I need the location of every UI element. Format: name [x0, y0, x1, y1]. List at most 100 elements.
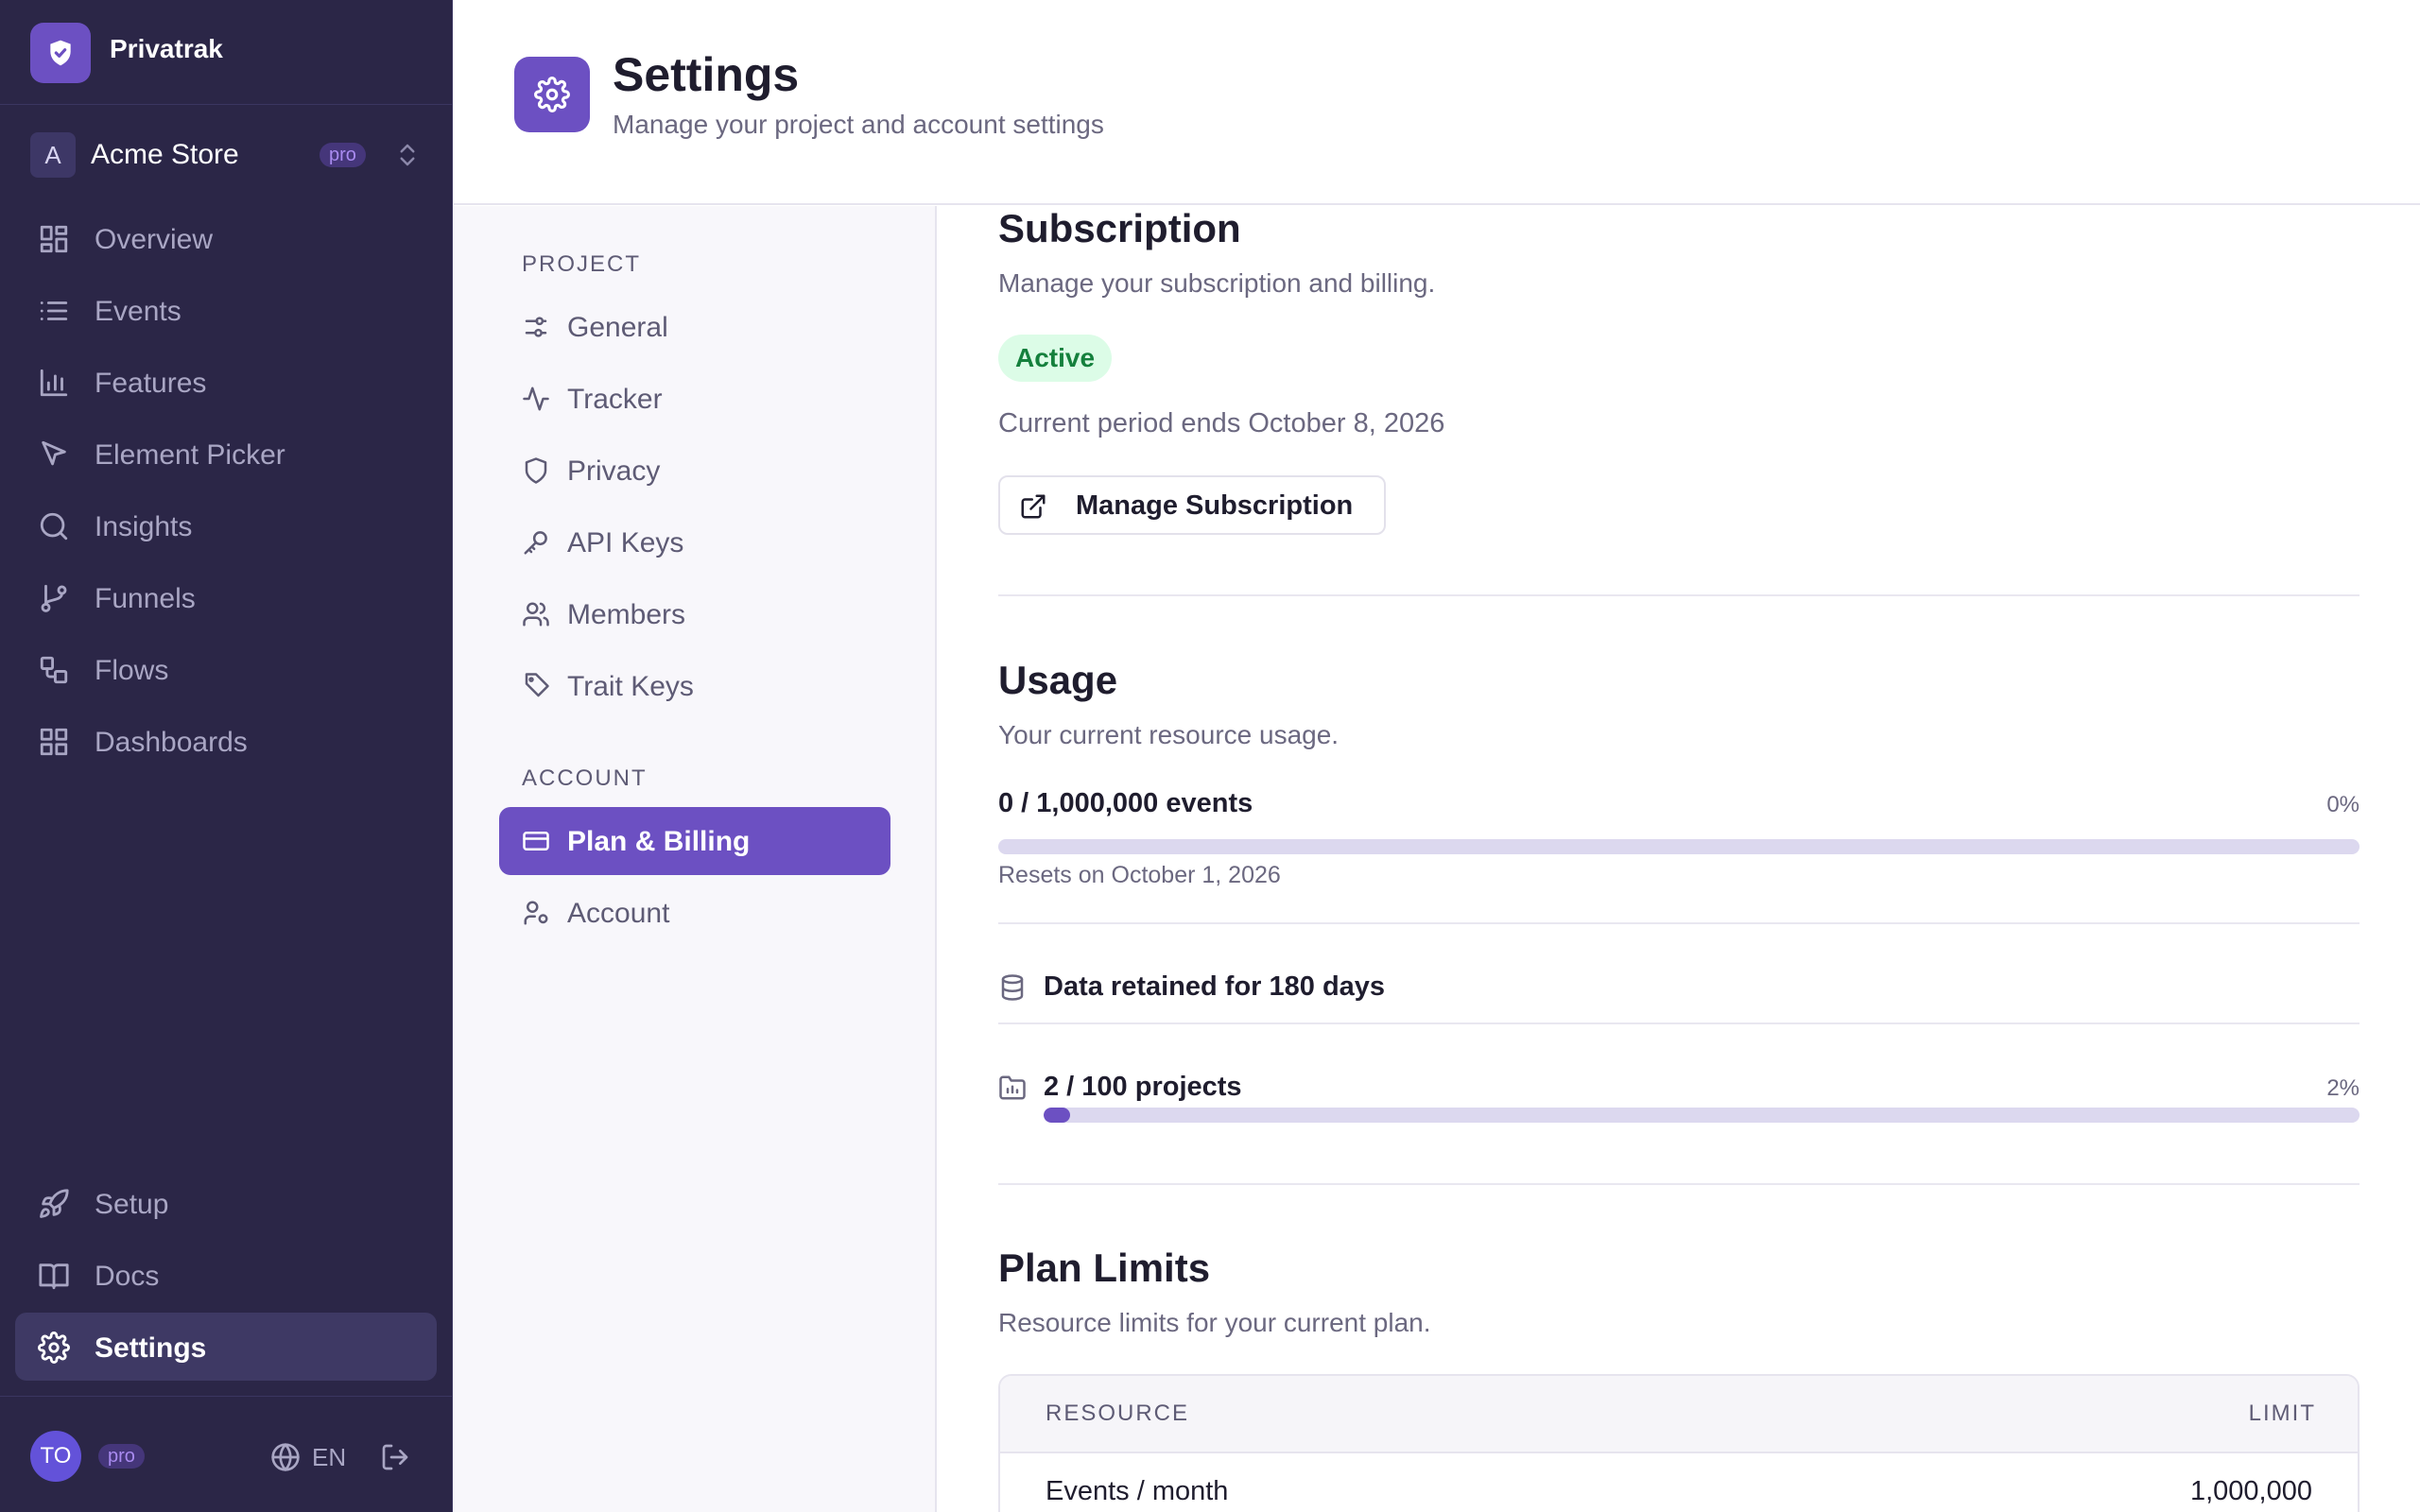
projects-usage-label: 2 / 100 projects [1044, 1072, 1242, 1102]
projects-usage-percent: 2% [2326, 1075, 2360, 1101]
usage-title: Usage [998, 658, 1118, 702]
nav-item-element-picker[interactable]: Element Picker [15, 420, 437, 488]
settings-item-privacy[interactable]: Privacy [499, 437, 890, 505]
main-content: Subscription Manage your subscription an… [938, 206, 2420, 1512]
nav-item-flows[interactable]: Flows [15, 635, 437, 703]
app-name: Privatrak [110, 34, 223, 63]
usage-description: Your current resource usage. [998, 720, 1340, 749]
nav-item-docs[interactable]: Docs [15, 1241, 437, 1309]
nav-item-features[interactable]: Features [15, 348, 437, 416]
period-end-text: Current period ends October 8, 2026 [998, 408, 1445, 438]
nav-item-events[interactable]: Events [15, 276, 437, 344]
gear-icon [38, 1332, 70, 1364]
nav-item-insights[interactable]: Insights [15, 491, 437, 559]
credit-card-icon [523, 832, 549, 850]
nav-item-dashboards[interactable]: Dashboards [15, 707, 437, 775]
nav-item-settings[interactable]: Settings [15, 1313, 437, 1381]
projects-progress-bar [1044, 1108, 2360, 1123]
gear-icon [514, 57, 590, 132]
rocket-icon [40, 1189, 69, 1218]
settings-item-label: Tracker [567, 384, 663, 415]
settings-item-api-keys[interactable]: API Keys [499, 508, 890, 576]
section-heading-account: ACCOUNT [522, 765, 648, 791]
plan-limits-table: RESOURCE LIMIT Events / month 1,000,000 [998, 1374, 2360, 1512]
column-header-resource: RESOURCE [1046, 1400, 1190, 1426]
settings-item-label: Trait Keys [567, 671, 694, 702]
user-cog-icon [524, 901, 548, 925]
list-icon [40, 301, 68, 320]
plan-limits-description: Resource limits for your current plan. [998, 1308, 1431, 1337]
settings-item-label: Privacy [567, 455, 661, 487]
page-header: Settings Manage your project and account… [454, 0, 2420, 205]
shield-check-logo-icon[interactable] [30, 23, 91, 83]
nav-label: Events [95, 296, 182, 327]
language-selector[interactable]: EN [312, 1443, 346, 1472]
globe-icon[interactable] [270, 1442, 301, 1472]
section-divider [998, 1183, 2360, 1185]
user-avatar[interactable]: TO [30, 1431, 81, 1482]
events-usage-percent: 0% [2326, 792, 2360, 817]
settings-item-label: Plan & Billing [567, 826, 751, 857]
external-link-icon [1021, 494, 1046, 519]
row-divider [998, 922, 2360, 924]
settings-item-label: API Keys [567, 527, 684, 558]
project-switcher[interactable]: A Acme Store pro [30, 132, 427, 178]
section-heading-project: PROJECT [522, 251, 642, 277]
users-icon [523, 602, 549, 627]
nav-label: Flows [95, 655, 169, 686]
settings-item-trait-keys[interactable]: Trait Keys [499, 652, 890, 720]
nav-label: Element Picker [95, 439, 285, 471]
settings-nav: PROJECT General Tracker Privacy API Keys… [454, 206, 937, 1512]
column-header-limit: LIMIT [2248, 1400, 2316, 1426]
settings-item-general[interactable]: General [499, 293, 890, 361]
plan-limits-title: Plan Limits [998, 1246, 1211, 1290]
plan-badge: pro [320, 143, 366, 167]
nav-item-funnels[interactable]: Funnels [15, 563, 437, 631]
logout-icon[interactable] [380, 1442, 410, 1472]
folder-chart-icon [999, 1075, 1026, 1100]
nav-item-setup[interactable]: Setup [15, 1169, 437, 1237]
bar-chart-icon [40, 369, 68, 397]
settings-item-account[interactable]: Account [499, 879, 890, 947]
shield-icon [525, 457, 547, 484]
activity-icon [523, 387, 549, 411]
nav-label: Dashboards [95, 727, 248, 758]
retention-label: Data retained for 180 days [1044, 971, 1386, 1002]
plan-badge: pro [98, 1444, 145, 1469]
key-icon [524, 531, 547, 555]
events-progress-bar [998, 839, 2360, 854]
layout-grid-icon [40, 225, 68, 253]
projects-progress-fill [1044, 1108, 1070, 1123]
table-cell-limit: 1,000,000 [2189, 1476, 2312, 1506]
table-cell-resource: Events / month [1046, 1476, 1229, 1506]
manage-subscription-button[interactable]: Manage Subscription [998, 475, 1386, 535]
git-branch-icon [41, 584, 67, 612]
dashboard-grid-icon [40, 728, 68, 756]
page-title: Settings [613, 48, 800, 101]
book-icon [39, 1263, 69, 1290]
nav-label: Funnels [95, 583, 196, 614]
table-header-row: RESOURCE LIMIT [1000, 1376, 2358, 1453]
settings-item-label: Members [567, 599, 686, 630]
subscription-title: Subscription [998, 206, 1241, 250]
nav-item-overview[interactable]: Overview [15, 204, 437, 272]
sliders-icon [525, 317, 547, 337]
settings-item-tracker[interactable]: Tracker [499, 365, 890, 433]
settings-item-members[interactable]: Members [499, 580, 890, 648]
section-divider [998, 594, 2360, 596]
cursor-pointer-icon [42, 440, 66, 466]
status-badge: Active [998, 335, 1113, 382]
settings-item-plan-billing[interactable]: Plan & Billing [499, 807, 890, 875]
row-divider [998, 1022, 2360, 1024]
nav-label: Setup [95, 1189, 169, 1220]
settings-item-label: General [567, 312, 668, 343]
settings-item-label: Account [567, 898, 670, 929]
nav-label: Features [95, 368, 207, 399]
nav-label: Overview [95, 224, 214, 255]
sidebar-footer: TO pro EN [0, 1396, 453, 1512]
tag-icon [525, 673, 549, 697]
page-subtitle: Manage your project and account settings [613, 110, 1104, 139]
events-reset-date: Resets on October 1, 2026 [998, 862, 1281, 888]
search-icon [40, 512, 68, 541]
chevron-up-down-icon [400, 144, 415, 166]
